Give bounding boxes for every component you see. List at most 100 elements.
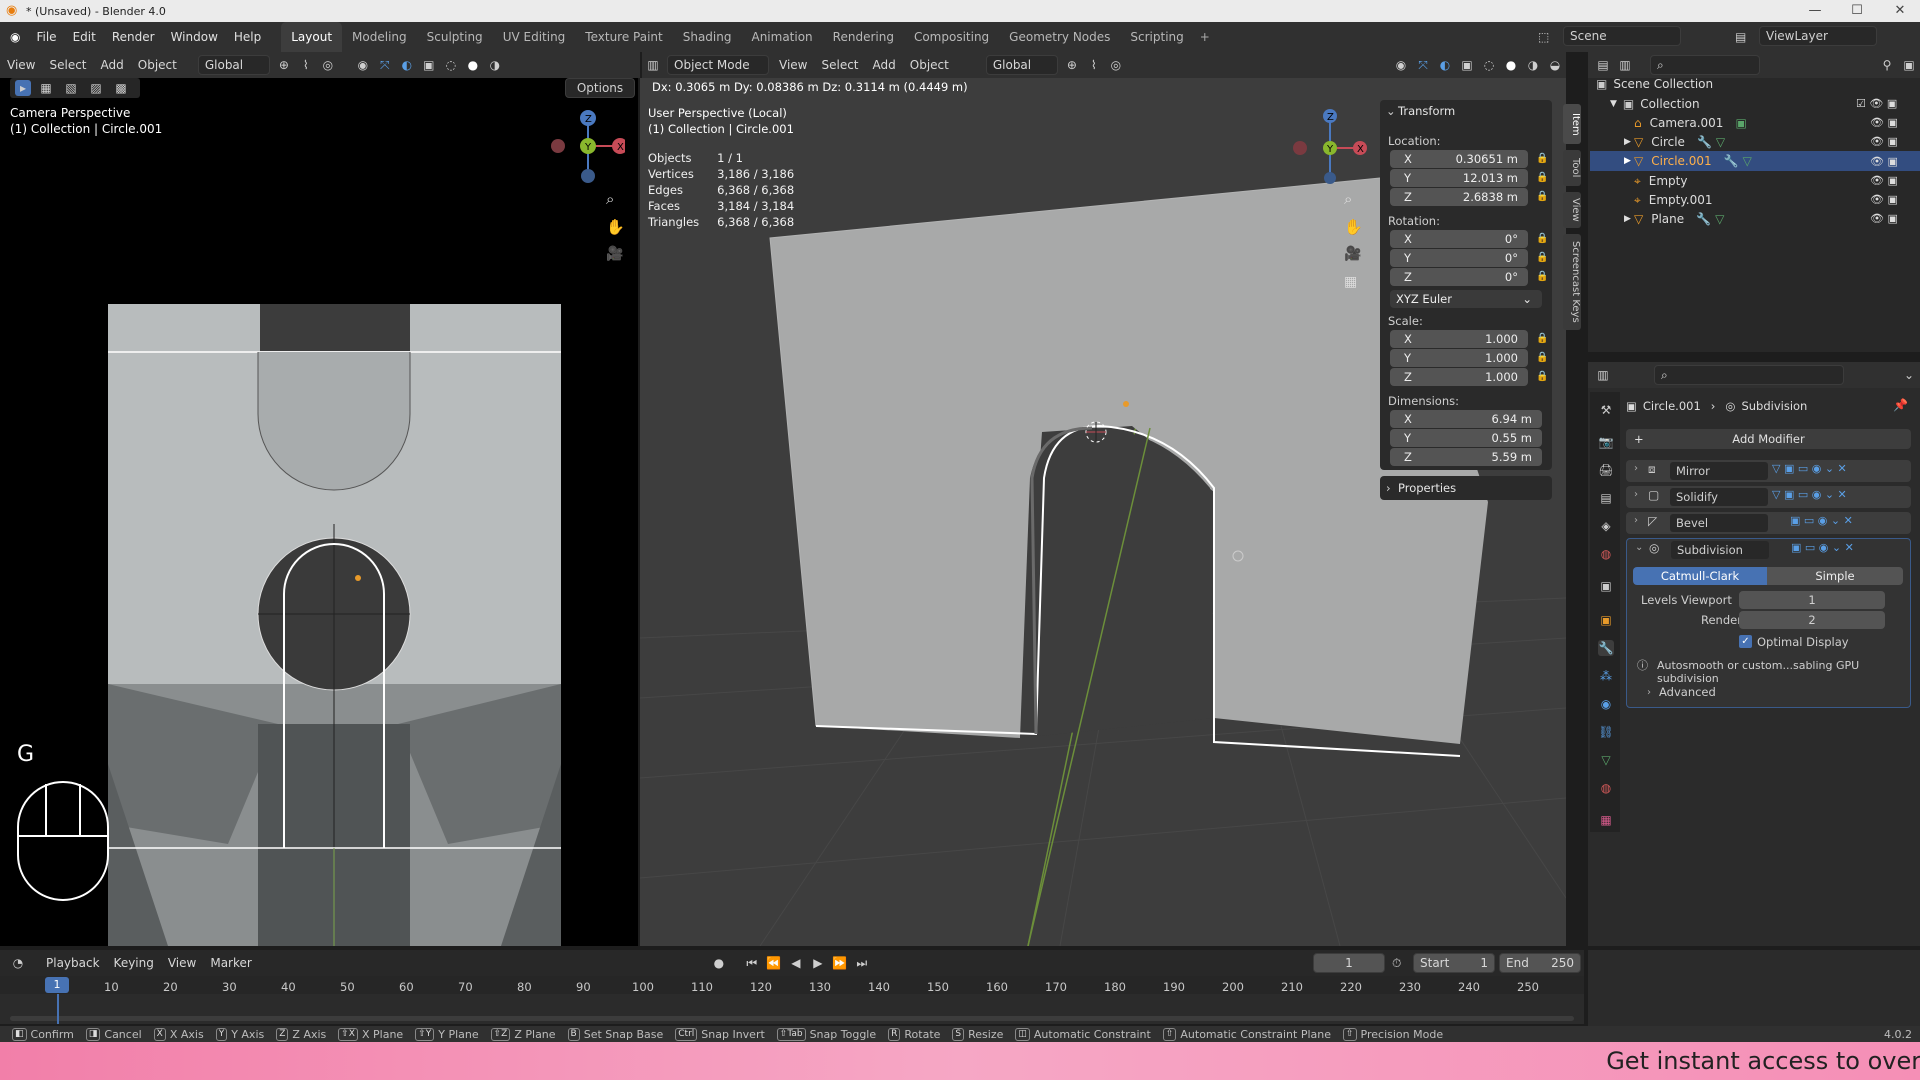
view-layer-icon[interactable]: ▤ — [1735, 30, 1746, 44]
main-pan-icon[interactable]: ✋ — [1344, 218, 1363, 236]
main-overlay-icon[interactable]: ◐ — [1435, 55, 1455, 75]
overlay-icon[interactable]: ◐ — [397, 55, 417, 75]
modifier-bevel[interactable]: › ◸ Bevel ▣ ▭ ◉ ⌄ ✕ — [1626, 512, 1911, 534]
main-object-menu[interactable]: Object — [903, 54, 956, 76]
playhead[interactable]: 1 — [45, 977, 69, 993]
proportional-icon[interactable]: ◎ — [1106, 55, 1126, 75]
location-z-field[interactable]: Z 2.6838 m — [1390, 188, 1528, 206]
lock-icon[interactable]: 🔒 — [1536, 352, 1548, 364]
left-view-menu[interactable]: View — [0, 54, 42, 76]
wireframe-shading-icon[interactable]: ◌ — [441, 55, 461, 75]
particles-tab-icon[interactable]: ⁂ — [1598, 668, 1614, 684]
snapping-icon[interactable]: ⌇ — [1084, 55, 1104, 75]
lock-icon[interactable]: 🔒 — [1536, 153, 1548, 165]
options-dropdown[interactable]: Options — [565, 78, 635, 98]
camera-viewport[interactable]: ▸ ▦ ▧ ▨ ▩ Options Camera Perspective (1)… — [0, 78, 638, 946]
output-tab-icon[interactable]: 🖨 — [1598, 462, 1614, 478]
solid-shading-icon[interactable]: ● — [463, 55, 483, 75]
visibility-icon[interactable]: ◉ — [353, 55, 373, 75]
lock-icon[interactable]: 🔒 — [1536, 172, 1548, 184]
main-xray-icon[interactable]: ▣ — [1457, 55, 1477, 75]
next-keyframe-icon[interactable]: ⏩ — [830, 953, 850, 973]
menu-window[interactable]: Window — [163, 22, 226, 52]
rotation-x-field[interactable]: X 0° — [1390, 230, 1528, 248]
data-tab-icon[interactable]: ▽ — [1598, 752, 1614, 768]
left-object-menu[interactable]: Object — [131, 54, 184, 76]
main-material-icon[interactable]: ◑ — [1523, 55, 1543, 75]
modifier-solidify[interactable]: › ▢ Solidify ▽ ▣ ▭ ◉ ⌄ ✕ — [1626, 486, 1911, 508]
close-button[interactable]: ✕ — [1880, 0, 1920, 22]
main-wireframe-icon[interactable]: ◌ — [1479, 55, 1499, 75]
modifier-toggle-icons[interactable]: ▽ ▣ ▭ ◉ ⌄ ✕ — [1772, 462, 1847, 475]
outliner-item-circle-001[interactable]: ▶ ▽ Circle.001 🔧 ▽ — [1624, 151, 1752, 171]
properties-panel-header[interactable]: › Properties — [1380, 476, 1552, 500]
tab-uv-editing[interactable]: UV Editing — [493, 22, 576, 52]
select-tool-icon[interactable]: ▸ — [15, 80, 31, 96]
properties-search-input[interactable]: ⌕ — [1654, 365, 1844, 385]
main-view-menu[interactable]: View — [772, 54, 814, 76]
outliner-filter-icon[interactable]: ⚲ — [1877, 55, 1897, 75]
world-tab-icon[interactable]: ◍ — [1598, 546, 1614, 562]
tab-sculpting[interactable]: Sculpting — [417, 22, 493, 52]
texture-tab-icon[interactable]: ▦ — [1598, 812, 1614, 828]
add-modifier-button[interactable]: + Add Modifier — [1626, 429, 1911, 449]
start-frame-field[interactable]: Start 1 — [1413, 953, 1495, 973]
play-reverse-icon[interactable]: ◀ — [786, 953, 806, 973]
catmull-clark-button[interactable]: Catmull-Clark — [1633, 567, 1767, 585]
select-intersect-icon[interactable]: ▩ — [111, 78, 131, 98]
jump-start-icon[interactable]: ⏮ — [742, 953, 762, 973]
npanel-tab-view[interactable]: View — [1563, 192, 1581, 228]
dimensions-z-field[interactable]: Z 5.59 m — [1390, 448, 1542, 466]
timeline-view-menu[interactable]: View — [161, 952, 203, 974]
transform-collapse-icon[interactable]: ⌄ — [1386, 104, 1396, 118]
outliner-editor-icon[interactable]: ▤ — [1593, 55, 1613, 75]
eye-icon[interactable]: 👁 ▣ — [1856, 209, 1914, 228]
prev-keyframe-icon[interactable]: ⏪ — [764, 953, 784, 973]
xray-icon[interactable]: ▣ — [419, 55, 439, 75]
left-select-menu[interactable]: Select — [42, 54, 93, 76]
modifier-toggle-icons[interactable]: ▣ ▭ ◉ ⌄ ✕ — [1790, 514, 1853, 527]
timeline-editor-icon[interactable]: ◔ — [8, 953, 28, 973]
eye-icon[interactable]: 👁 ▣ — [1856, 113, 1914, 132]
lock-icon[interactable]: 🔒 — [1536, 252, 1548, 264]
expand-arrow-icon[interactable]: ▶ — [1624, 137, 1631, 147]
play-icon[interactable]: ▶ — [808, 953, 828, 973]
left-orientation-dropdown[interactable]: Global — [197, 55, 270, 75]
eye-icon[interactable]: 👁 ▣ — [1856, 152, 1914, 171]
view-layer-selector[interactable]: ViewLayer — [1759, 26, 1877, 46]
main-add-menu[interactable]: Add — [866, 54, 903, 76]
minimize-button[interactable]: — — [1795, 0, 1835, 22]
mode-dropdown[interactable]: Object Mode — [667, 55, 769, 75]
simple-button[interactable]: Simple — [1767, 567, 1903, 585]
tab-layout[interactable]: Layout — [281, 22, 343, 52]
main-ortho-grid-icon[interactable]: ▦ — [1344, 274, 1357, 290]
keying-menu[interactable]: Keying — [107, 952, 161, 974]
modifier-mirror[interactable]: › ⧈ Mirror ▽ ▣ ▭ ◉ ⌄ ✕ — [1626, 460, 1911, 482]
outliner-item-empty-001[interactable]: ⌖ Empty.001 — [1634, 190, 1712, 210]
maximize-button[interactable]: ☐ — [1837, 0, 1877, 22]
expand-arrow-icon[interactable]: ▶ — [1624, 156, 1631, 166]
add-workspace-icon[interactable]: + — [1194, 30, 1216, 44]
physics-tab-icon[interactable]: ◉ — [1598, 696, 1614, 712]
scene-collection-row[interactable]: ▣ Scene Collection — [1596, 74, 1713, 94]
promo-banner[interactable]: Get instant access to over 2 — [0, 1042, 1920, 1080]
object-tab-icon[interactable]: ▣ — [1598, 612, 1614, 628]
lock-icon[interactable]: 🔒 — [1536, 191, 1548, 203]
expand-arrow-icon[interactable]: ▶ — [1624, 214, 1631, 224]
constraints-tab-icon[interactable]: ⛓ — [1598, 724, 1614, 740]
navigation-gizmo-left[interactable]: Z X Y — [545, 106, 625, 186]
outliner-search-input[interactable]: ⌕ — [1650, 55, 1760, 75]
collection-tab-icon[interactable]: ▣ — [1598, 578, 1614, 594]
view-layer-tab-icon[interactable]: ▤ — [1598, 490, 1614, 506]
render-tab-icon[interactable]: 📷 — [1598, 434, 1614, 450]
scene-icon[interactable]: ⬚ — [1538, 30, 1549, 44]
outliner-item-plane[interactable]: ▶ ▽ Plane 🔧 ▽ — [1624, 209, 1724, 229]
pivot-point-icon[interactable]: ⊕ — [1062, 55, 1082, 75]
snap-icon[interactable]: ⌇ — [296, 55, 316, 75]
location-x-field[interactable]: X 0.30651 m — [1390, 150, 1528, 168]
lock-icon[interactable]: 🔒 — [1536, 371, 1548, 383]
navigation-gizmo-main[interactable]: Z X Y — [1284, 106, 1370, 192]
main-gizmo-icon[interactable]: ⤧ — [1413, 55, 1433, 75]
transform-header[interactable]: Transform — [1398, 104, 1455, 118]
scene-tab-icon[interactable]: ◈ — [1598, 518, 1614, 534]
